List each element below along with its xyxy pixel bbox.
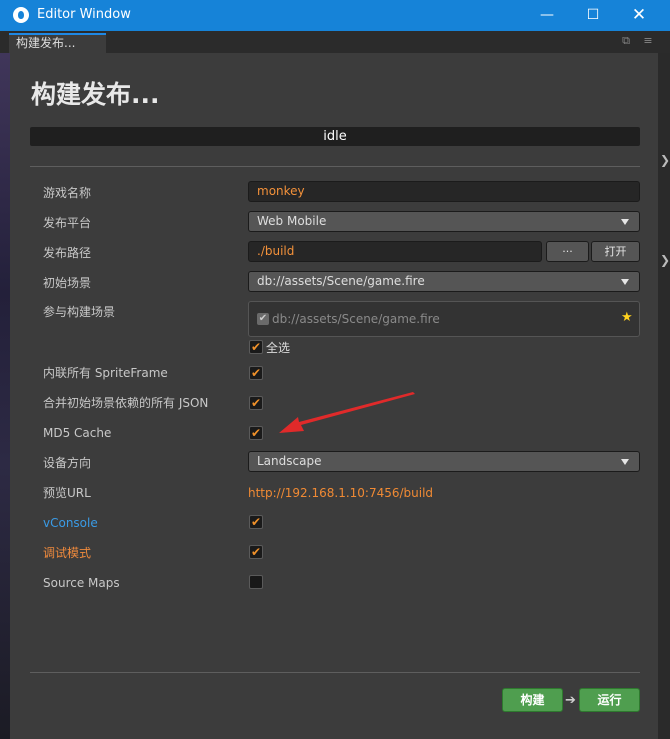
- editor-window: Editor Window — ☐ ✕ 构建发布... ⧉ ≡ ❯ ❯ 构建发布…: [0, 0, 670, 739]
- annotation-arrow: [279, 392, 415, 433]
- annotation-arrow-shape: [279, 392, 415, 433]
